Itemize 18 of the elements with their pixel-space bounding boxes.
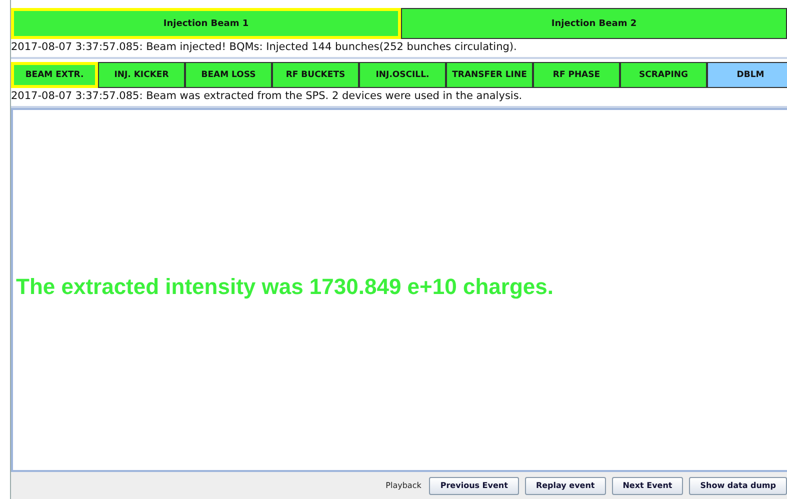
- analysis-tab[interactable]: INJ.OSCILL.: [359, 62, 446, 88]
- analysis-tab[interactable]: DBLM: [707, 62, 787, 88]
- analysis-tab[interactable]: RF PHASE: [533, 62, 620, 88]
- analysis-tab[interactable]: SCRAPING: [620, 62, 707, 88]
- playback-button[interactable]: Replay event: [524, 476, 606, 494]
- analysis-tab[interactable]: BEAM LOSS: [185, 62, 272, 88]
- analysis-tab[interactable]: BEAM EXTR.: [11, 62, 98, 88]
- analysis-tab[interactable]: RF BUCKETS: [272, 62, 359, 88]
- playback-label: Playback: [386, 481, 422, 490]
- playback-button[interactable]: Previous Event: [429, 476, 519, 494]
- result-text: The extracted intensity was 1730.849 e+10 charges.: [16, 274, 554, 300]
- status-message: 2017-08-07 3:37:57.085: Beam injected! BQMs: Injected 144 bunches(252 bunches circulating).: [11, 39, 787, 59]
- playback-button[interactable]: Next Event: [612, 476, 684, 494]
- beam-tab[interactable]: Injection Beam 1: [11, 8, 401, 39]
- analysis-tab[interactable]: INJ. KICKER: [98, 62, 185, 88]
- beam-tab[interactable]: Injection Beam 2: [401, 8, 787, 39]
- analysis-tab[interactable]: TRANSFER LINE: [446, 62, 533, 88]
- playback-button[interactable]: Show data dump: [689, 476, 787, 494]
